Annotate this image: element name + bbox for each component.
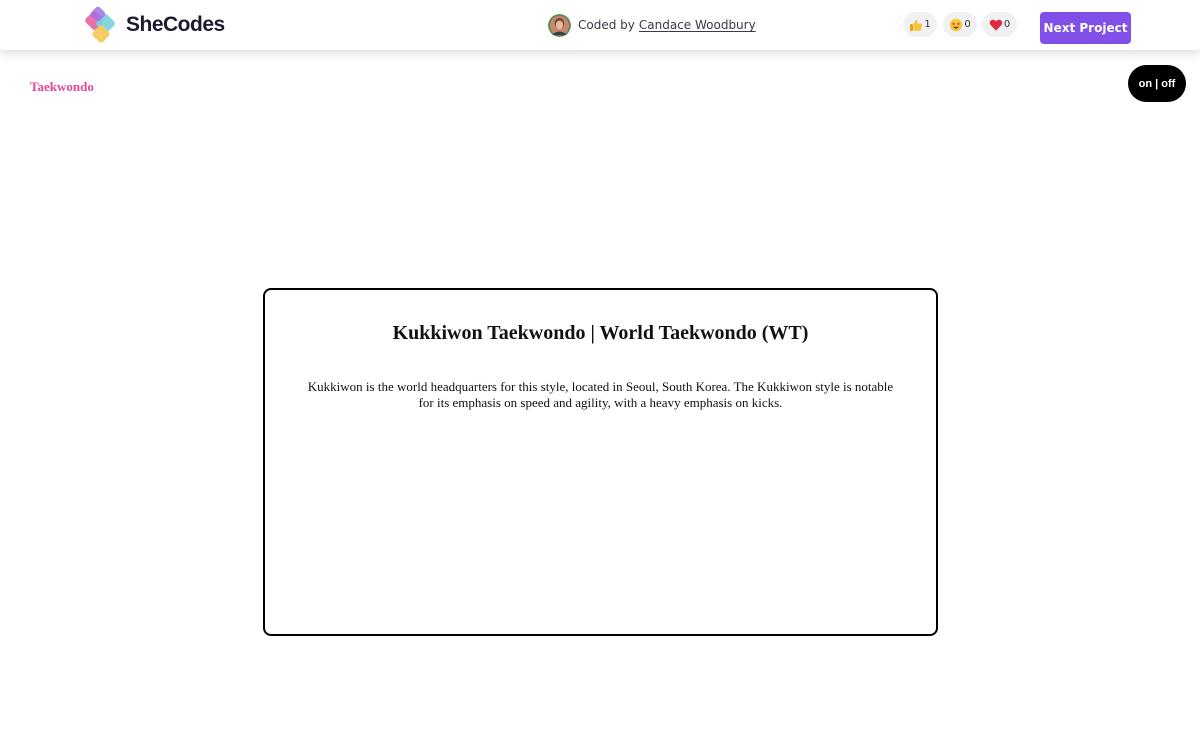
reaction-thumbs-up[interactable]: 1 [903, 12, 937, 37]
shecodes-logo-icon [84, 6, 124, 44]
reaction-count: 0 [964, 19, 971, 30]
coded-by: Coded by Candace Woodbury [548, 13, 756, 37]
thumbs-up-icon [909, 18, 924, 32]
reaction-count: 0 [1003, 19, 1011, 30]
star-struck-icon [949, 18, 964, 32]
next-project-button[interactable]: Next Project [1040, 12, 1131, 44]
logo-text: SheCodes [126, 13, 225, 36]
card-title: Kukkiwon Taekwondo | World Taekwondo (WT… [392, 322, 809, 344]
card-description: Kukkiwon is the world headquarters for t… [307, 379, 894, 410]
on-off-toggle-button[interactable]: on | off [1128, 65, 1186, 102]
author-avatar [548, 13, 571, 37]
shecodes-logo[interactable]: SheCodes [84, 6, 225, 44]
top-bar: SheCodes Coded by Candace Woodbury 1 0 0… [0, 0, 1200, 50]
coded-by-label: Coded by [578, 18, 635, 32]
reaction-heart[interactable]: 0 [982, 12, 1017, 37]
heart-icon [989, 18, 1004, 32]
reaction-star-struck[interactable]: 0 [943, 12, 977, 37]
author-link[interactable]: Candace Woodbury [639, 18, 756, 32]
site-brand-title[interactable]: Taekwondo [30, 79, 94, 95]
reaction-count: 1 [924, 19, 931, 30]
info-card: Kukkiwon Taekwondo | World Taekwondo (WT… [263, 288, 938, 636]
